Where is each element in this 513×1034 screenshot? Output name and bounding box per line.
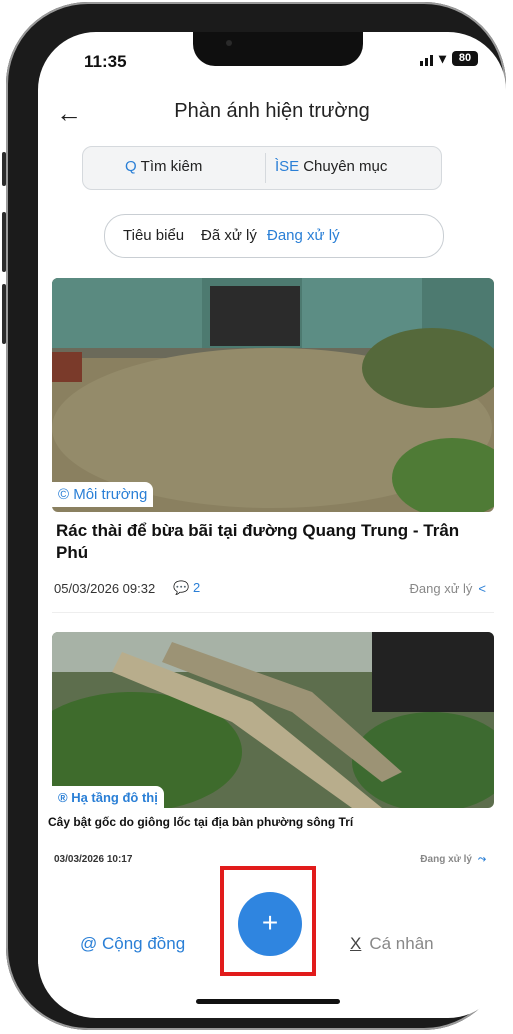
personal-icon: X [350, 934, 362, 953]
post-title[interactable]: Cây bật gốc do giông lốc tại địa bàn phư… [48, 815, 368, 830]
screen: 11:35 ▾ 80 ← Phàn ánh hiện trường Q Tìm k… [38, 32, 506, 1018]
post-datetime: 03/03/2026 10:17 [54, 854, 133, 865]
comment-count[interactable]: 💬 2 [173, 580, 200, 596]
divider [265, 153, 266, 183]
post-meta: 03/03/2026 10:17 Đang xử lý ⤳ [54, 854, 486, 865]
post-meta: 05/03/2026 09:32 💬 2 Đang xử lý < [54, 580, 486, 596]
search-placeholder: Tìm kiêm [140, 158, 203, 175]
post-datetime: 05/03/2026 09:32 [54, 580, 156, 596]
search-input[interactable]: Q Tìm kiêm [125, 158, 202, 175]
battery-icon: 80 [452, 51, 478, 66]
category-icon: ÌSE [275, 158, 300, 175]
search-bar: Q Tìm kiêm ÌSE Chuyên mục [82, 146, 442, 190]
category-label: Chuyên mục [303, 158, 388, 175]
status-badge: Đang xử lý [420, 854, 472, 865]
post-image[interactable] [52, 632, 494, 808]
share-icon[interactable]: ⤳ [478, 854, 486, 865]
category-badge: © Môi trường [52, 482, 154, 507]
status-time: 11:35 [84, 52, 127, 71]
side-button [2, 284, 6, 344]
category-badge: ® Hạ tầng đô thị [52, 786, 164, 809]
search-icon: Q [125, 158, 137, 175]
filter-tieu-bieu[interactable]: Tiêu biểu [123, 227, 184, 244]
side-button [2, 212, 6, 272]
nav-personal[interactable]: X Cá nhân [350, 934, 434, 954]
wifi-icon: ▾ [438, 50, 446, 66]
header: ← Phàn ánh hiện trường [38, 92, 506, 136]
phone-frame: 11:35 ▾ 80 ← Phàn ánh hiện trường Q Tìm k… [2, 2, 506, 1030]
side-button [2, 152, 6, 186]
nav-community[interactable]: @ Cộng đồng [80, 934, 185, 954]
status-icons: ▾ 80 [419, 50, 478, 67]
camera-icon [226, 40, 232, 46]
comment-count-value: 2 [193, 580, 201, 595]
status-badge: Đang xử lý [409, 580, 473, 596]
signal-icon [419, 52, 433, 66]
add-post-button[interactable]: + [238, 892, 302, 956]
filter-dang-xu-ly[interactable]: Đang xử lý [267, 227, 340, 244]
filter-tabs: Tiêu biểu Đã xử lý Đang xử lý [104, 214, 444, 258]
share-icon[interactable]: < [478, 581, 486, 596]
notch [193, 32, 363, 66]
filter-da-xu-ly[interactable]: Đã xử lý [201, 227, 257, 244]
post-image[interactable] [52, 278, 494, 512]
category-selector[interactable]: ÌSE Chuyên mục [275, 158, 387, 175]
page-title: Phàn ánh hiện trường [174, 100, 370, 122]
home-indicator[interactable] [196, 999, 340, 1004]
post-title[interactable]: Rác thài để bừa bãi tại đường Quang Trun… [56, 520, 490, 564]
divider [52, 612, 494, 613]
nav-personal-label: Cá nhân [369, 934, 434, 953]
